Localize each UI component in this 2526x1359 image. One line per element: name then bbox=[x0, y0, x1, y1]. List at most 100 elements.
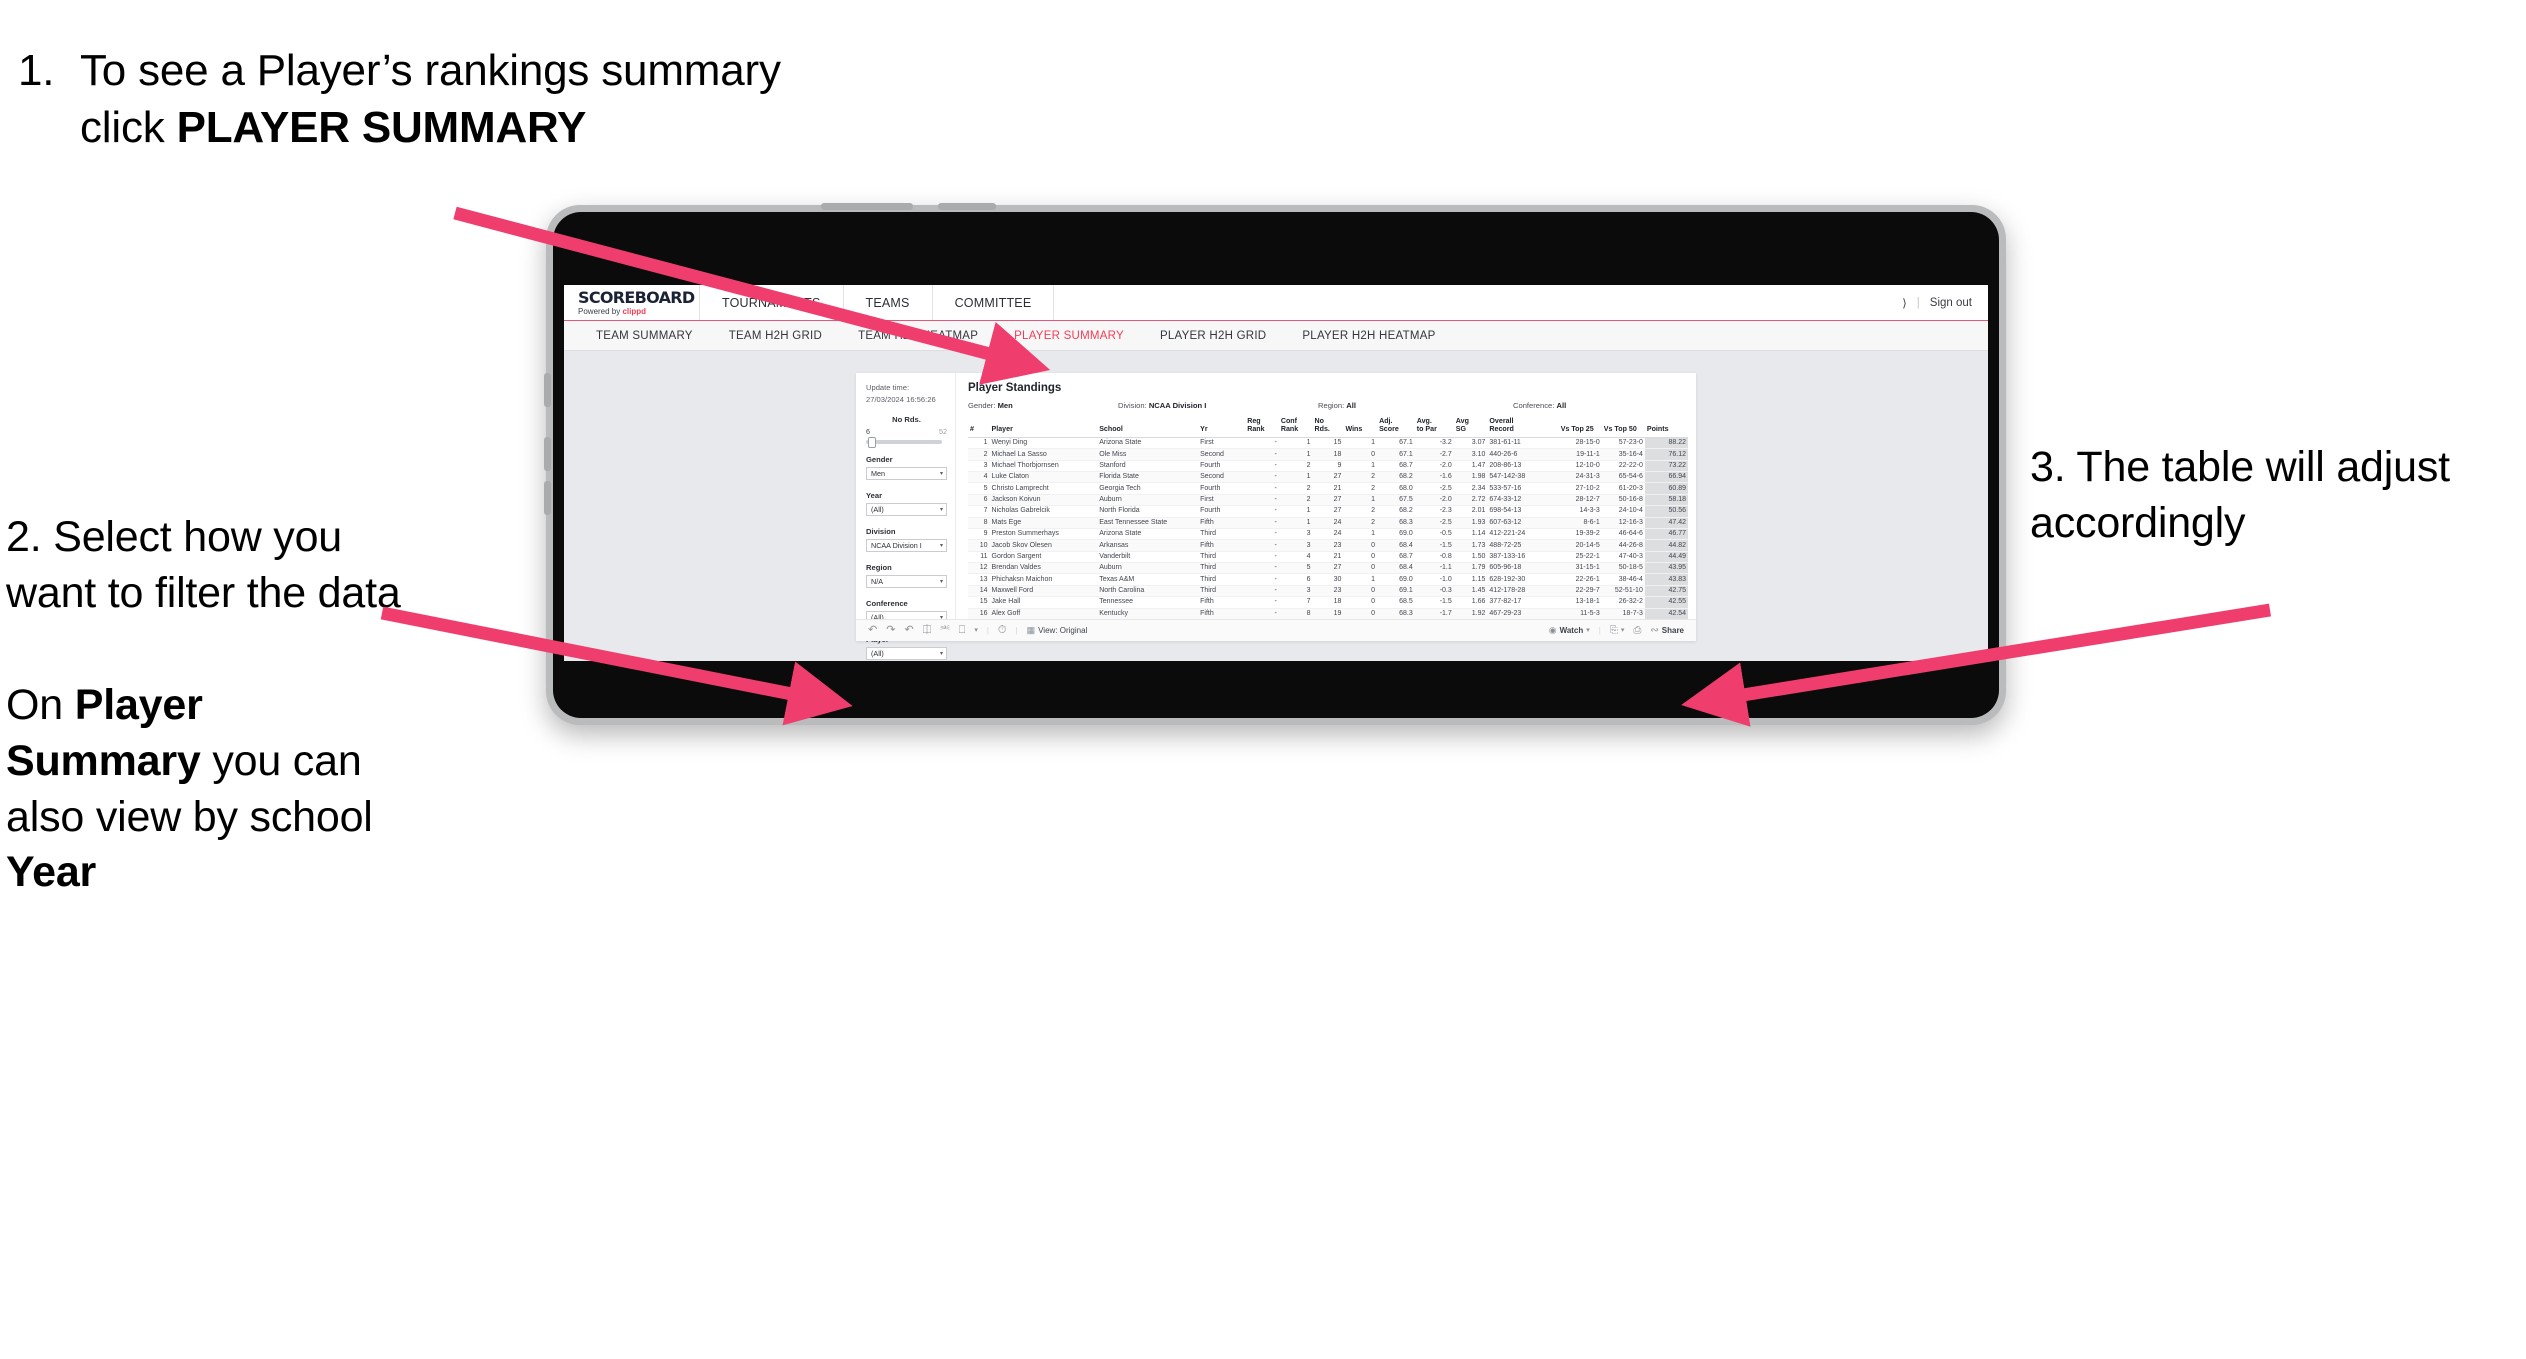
filter-player-select[interactable]: (All) ▾ bbox=[866, 647, 947, 660]
column-header-[interactable]: # bbox=[968, 418, 990, 438]
chevron-down-icon: ▾ bbox=[939, 471, 943, 477]
download-icon: ⎘ bbox=[1609, 624, 1618, 636]
cell-wins: 0 bbox=[1343, 551, 1378, 564]
column-header-wins[interactable]: Wins bbox=[1343, 418, 1378, 438]
table-row[interactable]: 5 Christo Lamprecht Georgia Tech Fourth -2 21… bbox=[968, 482, 1688, 495]
tab-team-summary[interactable]: TEAM SUMMARY bbox=[578, 330, 711, 342]
cell-reg-rank: - bbox=[1245, 482, 1279, 495]
column-header-school[interactable]: School bbox=[1097, 418, 1199, 438]
cell-avg-sg: 3.10 bbox=[1453, 448, 1488, 461]
cell-: 8 bbox=[968, 517, 990, 529]
cell-reg-rank: - bbox=[1245, 437, 1279, 450]
filter-region-select[interactable]: N/A ▾ bbox=[866, 575, 947, 588]
cell-player: Michael La Sasso bbox=[989, 448, 1098, 461]
filter-region-value: N/A bbox=[871, 577, 883, 586]
table-row[interactable]: 1 Wenyi Ding Arizona State First -1 15 1 67.1 -3… bbox=[968, 437, 1688, 450]
table-row[interactable]: 13 Phichaksn Maichon Texas A&M Third -6 30 1 69… bbox=[968, 573, 1688, 586]
cell-no-rds: 27 bbox=[1312, 505, 1344, 518]
cell-points: 73.22 bbox=[1644, 460, 1688, 473]
app-header: SCOREBOARD Powered by clippd TOURNAMENTS… bbox=[564, 285, 1988, 321]
cell-conf-rank: 8 bbox=[1278, 608, 1313, 619]
cell-reg-rank: - bbox=[1245, 585, 1279, 598]
table-row[interactable]: 6 Jackson Koivun Auburn First -2 27 1 67.5 -2.0 2… bbox=[968, 494, 1688, 507]
chevron-down-icon[interactable]: ▾ bbox=[974, 627, 978, 634]
cell-points: 58.18 bbox=[1644, 494, 1688, 507]
cell-wins: 0 bbox=[1343, 562, 1378, 575]
table-row[interactable]: 11 Gordon Sargent Vanderbilt Third -4 21 0 68.7… bbox=[968, 551, 1688, 564]
revert-icon[interactable]: ↶ bbox=[904, 625, 913, 636]
table-row[interactable]: 10 Jacob Skov Olesen Arkansas Fifth -3 23 0 68.… bbox=[968, 539, 1688, 552]
cell-conf-rank: 1 bbox=[1278, 471, 1313, 484]
column-header-vs-top-50[interactable]: Vs Top 50 bbox=[1601, 418, 1645, 438]
column-header-yr[interactable]: Yr bbox=[1198, 418, 1246, 438]
table-row[interactable]: 8 Mats Ege East Tennessee State Fifth -1 24 2 6… bbox=[968, 517, 1688, 529]
cell-player: Luke Claton bbox=[989, 471, 1098, 484]
table-row[interactable]: 4 Luke Claton Florida State Second -1 27 2 68.2… bbox=[968, 471, 1688, 484]
table-row[interactable]: 14 Maxwell Ford North Carolina Third -3 23 0 69… bbox=[968, 585, 1688, 598]
column-header-reg-rank[interactable]: Reg Rank bbox=[1245, 417, 1279, 438]
cell-school: Arizona State bbox=[1097, 528, 1199, 541]
tab-player-h2h-grid[interactable]: PLAYER H2H GRID bbox=[1142, 330, 1284, 342]
cell-vs-top-50: 50-16-8 bbox=[1601, 494, 1645, 507]
table-row[interactable]: 9 Preston Summerhays Arizona State Third -3 2… bbox=[968, 528, 1688, 541]
annotation-step-1-bold: PLAYER SUMMARY bbox=[176, 103, 587, 153]
column-header-no-rds[interactable]: No Rds. bbox=[1312, 417, 1344, 438]
user-chevron-icon[interactable]: ⟩ bbox=[1902, 296, 1907, 310]
cell-avg-to-par: -2.5 bbox=[1414, 482, 1454, 495]
table-row[interactable]: 16 Alex Goff Kentucky Fifth -8 19 0 68.3 -1.7 1.9… bbox=[968, 608, 1688, 619]
table-row[interactable]: 2 Michael La Sasso Ole Miss Second -1 18 0 67.1… bbox=[968, 448, 1688, 461]
cell-school: East Tennessee State bbox=[1097, 517, 1199, 529]
tab-player-h2h-heatmap[interactable]: PLAYER H2H HEATMAP bbox=[1284, 330, 1453, 342]
filter-year-select[interactable]: (All) ▾ bbox=[866, 503, 947, 516]
clock-icon[interactable]: ⏱ bbox=[998, 625, 1007, 636]
sub-navigation: TEAM SUMMARY TEAM H2H GRID TEAM H2H HEAT… bbox=[564, 321, 1988, 351]
column-header-player[interactable]: Player bbox=[989, 418, 1098, 438]
cell-conf-rank: 1 bbox=[1278, 505, 1313, 518]
download-button[interactable]: ⎘ ▾ bbox=[1609, 624, 1625, 636]
column-header-points[interactable]: Points bbox=[1644, 418, 1688, 438]
column-header-adj-score[interactable]: Adj. Score bbox=[1377, 417, 1415, 438]
tab-player-summary[interactable]: PLAYER SUMMARY bbox=[996, 330, 1142, 342]
undo-icon[interactable]: ↶ bbox=[868, 625, 877, 636]
cell-no-rds: 21 bbox=[1312, 551, 1344, 564]
column-header-avg-sg[interactable]: Avg SG bbox=[1453, 417, 1488, 438]
device-layout-icon[interactable]: ⎕ bbox=[959, 625, 966, 636]
no-rds-slider[interactable] bbox=[866, 436, 942, 448]
slider-handle[interactable] bbox=[868, 436, 876, 448]
topnav-tournaments[interactable]: TOURNAMENTS bbox=[700, 285, 844, 320]
cell-conf-rank: 3 bbox=[1278, 528, 1313, 541]
fullscreen-icon[interactable]: ⎙ bbox=[1633, 625, 1641, 636]
cell-adj-score: 68.4 bbox=[1377, 539, 1415, 552]
header-divider: | bbox=[1916, 296, 1920, 309]
redo-icon[interactable]: ↷ bbox=[886, 625, 895, 636]
view-original-button[interactable]: ▦ View: Original bbox=[1027, 626, 1088, 636]
table-row[interactable]: 12 Brendan Valdes Auburn Third -5 27 0 68.4 -1.1… bbox=[968, 562, 1688, 575]
tab-team-h2h-heatmap[interactable]: TEAM H2H HEATMAP bbox=[840, 330, 996, 342]
column-header-conf-rank[interactable]: Conf Rank bbox=[1278, 417, 1313, 438]
table-row[interactable]: 15 Jake Hall Tennessee Fifth -7 18 0 68.5 -1.5 1.… bbox=[968, 596, 1688, 609]
topnav-teams[interactable]: TEAMS bbox=[844, 285, 933, 320]
share-button[interactable]: ∾ Share bbox=[1650, 625, 1684, 636]
cell-player: Phichaksn Maichon bbox=[989, 573, 1098, 586]
column-header-vs-top-25[interactable]: Vs Top 25 bbox=[1558, 418, 1602, 438]
cell-adj-score: 67.5 bbox=[1377, 494, 1415, 507]
refresh-icon[interactable]: ⎅ bbox=[923, 625, 932, 636]
cell-wins: 0 bbox=[1343, 596, 1378, 609]
table-row[interactable]: 7 Nicholas Gabrelcik North Florida Fourth -1… bbox=[968, 505, 1688, 518]
pause-icon[interactable]: ⎃ bbox=[940, 625, 949, 636]
cell-reg-rank: - bbox=[1245, 551, 1279, 564]
table-row[interactable]: 3 Michael Thorbjornsen Stanford Fourth -2 9 1 6… bbox=[968, 460, 1688, 473]
topnav-committee[interactable]: COMMITTEE bbox=[933, 285, 1055, 320]
cell-player: Jackson Koivun bbox=[989, 494, 1098, 507]
column-header-overall-record[interactable]: Overall Record bbox=[1487, 417, 1559, 438]
tab-team-h2h-grid[interactable]: TEAM H2H GRID bbox=[711, 330, 840, 342]
watch-button[interactable]: ◉ Watch ▾ bbox=[1549, 626, 1590, 636]
cell-points: 60.89 bbox=[1644, 482, 1688, 495]
filter-gender-select[interactable]: Men ▾ bbox=[866, 467, 947, 480]
filter-division-select[interactable]: NCAA Division I ▾ bbox=[866, 539, 947, 552]
column-header-avg-to-par[interactable]: Avg. to Par bbox=[1414, 417, 1454, 438]
sign-out-link[interactable]: Sign out bbox=[1930, 297, 1972, 309]
cell-reg-rank: - bbox=[1245, 539, 1279, 552]
cell-no-rds: 27 bbox=[1312, 562, 1344, 575]
annotation-step-2: 2. Select how you want to filter the dat… bbox=[6, 510, 406, 901]
